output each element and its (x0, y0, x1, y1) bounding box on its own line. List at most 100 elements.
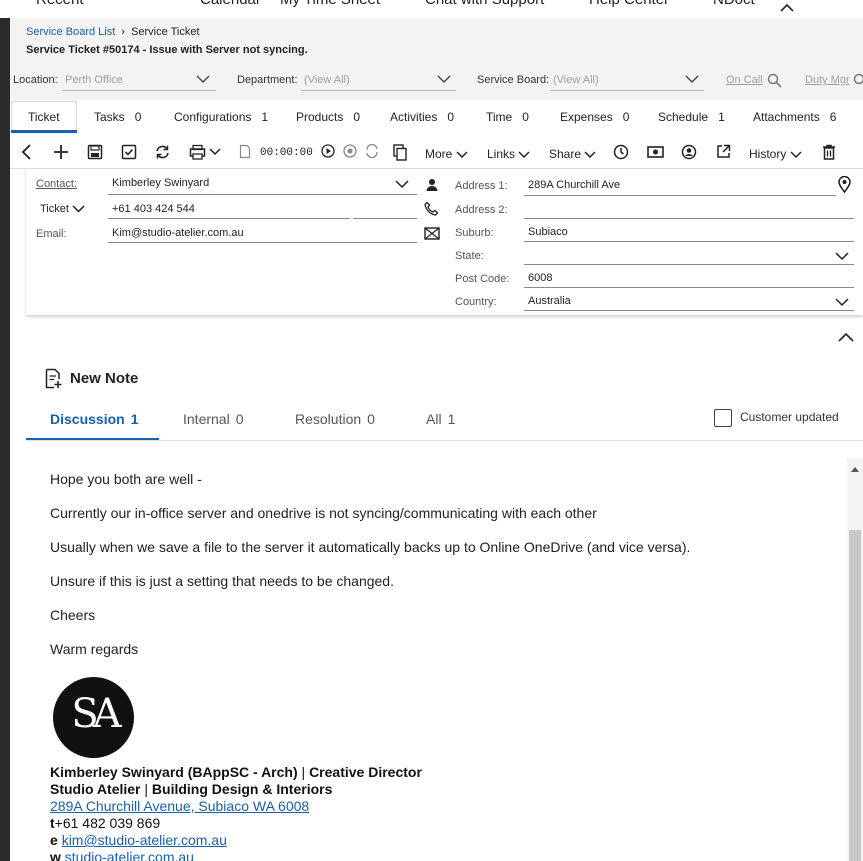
add-icon[interactable] (53, 144, 69, 163)
phone-field[interactable]: +61 403 424 544 (112, 203, 195, 215)
email-label: Email: (36, 228, 67, 240)
duty-mgr-link[interactable]: Duty Mgr (805, 74, 850, 86)
country-label: Country: (455, 296, 497, 308)
signature-address-link[interactable]: 289A Churchill Avenue, Subiaco WA 6008 (50, 798, 309, 814)
breadcrumb-current: Service Ticket (131, 26, 200, 38)
chevron-down-icon[interactable] (835, 296, 849, 310)
note-paragraph: Usually when we save a file to the serve… (50, 539, 691, 555)
note-tab-count: 1 (447, 411, 456, 427)
tab-attachments[interactable]: Attachments 6 (753, 110, 836, 124)
envelope-icon[interactable] (424, 227, 440, 243)
department-label: Department: (237, 74, 298, 86)
breadcrumb-parent-link[interactable]: Service Board List (26, 26, 115, 38)
country-select[interactable]: Australia (528, 295, 571, 307)
chevron-down-icon[interactable] (437, 73, 451, 87)
top-menu-help[interactable]: Help Center (589, 0, 669, 8)
tab-label: Activities (390, 110, 438, 124)
email-field[interactable]: Kim@studio-atelier.com.au (112, 227, 244, 239)
signature-company-line: Studio Atelier | Building Design & Inter… (50, 781, 332, 797)
person-icon[interactable] (426, 178, 438, 195)
more-menu[interactable]: More (425, 147, 468, 161)
open-external-icon[interactable] (716, 144, 731, 162)
note-paragraph: Currently our in-office server and onedr… (50, 505, 597, 521)
print-icon[interactable] (189, 144, 223, 163)
service-board-select[interactable]: (View All) (553, 74, 599, 86)
new-note-button[interactable]: New Note (70, 370, 138, 387)
note-tab-discussion[interactable]: Discussion 1 (50, 411, 139, 427)
department-select[interactable]: (View All) (304, 74, 350, 86)
customer-updated-label: Customer updated (740, 410, 839, 424)
map-pin-icon[interactable] (838, 175, 851, 196)
tab-configurations[interactable]: Configurations 1 (174, 110, 268, 124)
timer-notes-icon[interactable] (239, 144, 251, 162)
save-icon[interactable] (87, 144, 103, 163)
tab-count: 0 (134, 110, 142, 124)
top-menu-chat[interactable]: Chat with Support (425, 0, 544, 8)
tab-tasks[interactable]: Tasks 0 (94, 110, 141, 124)
record-icon[interactable] (343, 144, 357, 161)
location-underline (62, 90, 216, 91)
reset-timer-icon[interactable] (365, 143, 379, 161)
customer-updated-checkbox[interactable] (714, 409, 732, 427)
contact-label[interactable]: Contact: (36, 178, 77, 190)
top-menu-timesheet[interactable]: My Time Sheet (280, 0, 380, 8)
tab-activities[interactable]: Activities 0 (390, 110, 454, 124)
collapse-header-icon[interactable] (780, 2, 794, 16)
tab-schedule[interactable]: Schedule 1 (658, 110, 725, 124)
chevron-down-icon[interactable] (835, 250, 849, 264)
suburb-field[interactable]: Subiaco (528, 226, 568, 238)
contact-icon[interactable] (681, 144, 697, 163)
signature-name: Kimberley Swinyard (BAppSC - Arch) (50, 764, 298, 780)
delete-icon[interactable] (822, 144, 836, 163)
refresh-icon[interactable] (154, 144, 171, 163)
links-menu[interactable]: Links (487, 147, 530, 161)
signature-logo-text: SA (71, 691, 121, 737)
expense-icon[interactable] (647, 144, 664, 163)
notes-scrollbar-thumb[interactable] (849, 530, 861, 861)
contact-select[interactable]: Kimberley Swinyard (112, 177, 209, 189)
signature-web-link[interactable]: studio-atelier.com.au (65, 849, 194, 861)
note-tab-all[interactable]: All 1 (426, 411, 455, 427)
address1-field[interactable]: 289A Churchill Ave (528, 179, 620, 191)
top-menu-ndoct[interactable]: NDoct (713, 0, 755, 8)
signature-email-link[interactable]: kim@studio-atelier.com.au (62, 832, 227, 848)
chevron-down-icon (584, 151, 596, 158)
tab-products[interactable]: Products 0 (296, 110, 360, 124)
signature-email-prefix: e (50, 832, 62, 848)
chevron-down-icon[interactable] (196, 73, 210, 87)
on-call-link[interactable]: On Call (726, 74, 763, 86)
save-and-close-icon[interactable] (121, 144, 137, 163)
phone-type-select[interactable]: Ticket (40, 203, 85, 215)
history-menu[interactable]: History (749, 147, 802, 161)
more-label: More (425, 147, 453, 161)
collapse-notes-icon[interactable] (838, 331, 854, 345)
clock-icon[interactable] (613, 144, 629, 163)
signature-web-prefix: w (50, 849, 65, 861)
chevron-down-icon[interactable] (395, 178, 409, 192)
new-note-icon[interactable] (45, 368, 63, 392)
service-board-label: Service Board: (477, 74, 550, 86)
tab-ticket-label[interactable]: Ticket (28, 110, 60, 124)
chevron-down-icon[interactable] (685, 73, 699, 87)
location-select[interactable]: Perth Office (65, 74, 123, 86)
phone-icon[interactable] (424, 201, 439, 219)
play-icon[interactable] (321, 144, 335, 161)
phone-ext-underline[interactable] (353, 218, 417, 219)
note-tab-label: All (426, 411, 442, 427)
tab-count: 1 (261, 110, 269, 124)
copy-icon[interactable] (393, 144, 407, 164)
top-menu-calendar[interactable]: Calendar (200, 0, 261, 8)
tab-time[interactable]: Time 0 (486, 110, 529, 124)
postcode-field[interactable]: 6008 (528, 272, 552, 284)
search-icon[interactable] (853, 73, 863, 91)
note-tab-internal[interactable]: Internal 0 (183, 411, 244, 427)
note-tab-resolution[interactable]: Resolution 0 (295, 411, 375, 427)
tab-count: 0 (353, 110, 361, 124)
back-icon[interactable] (20, 144, 32, 163)
tab-expenses[interactable]: Expenses 0 (560, 110, 629, 124)
share-menu[interactable]: Share (549, 147, 596, 161)
scroll-up-icon[interactable] (850, 462, 860, 476)
search-icon[interactable] (767, 73, 782, 91)
history-label: History (749, 147, 787, 161)
top-menu-recent[interactable]: Recent (36, 0, 84, 8)
